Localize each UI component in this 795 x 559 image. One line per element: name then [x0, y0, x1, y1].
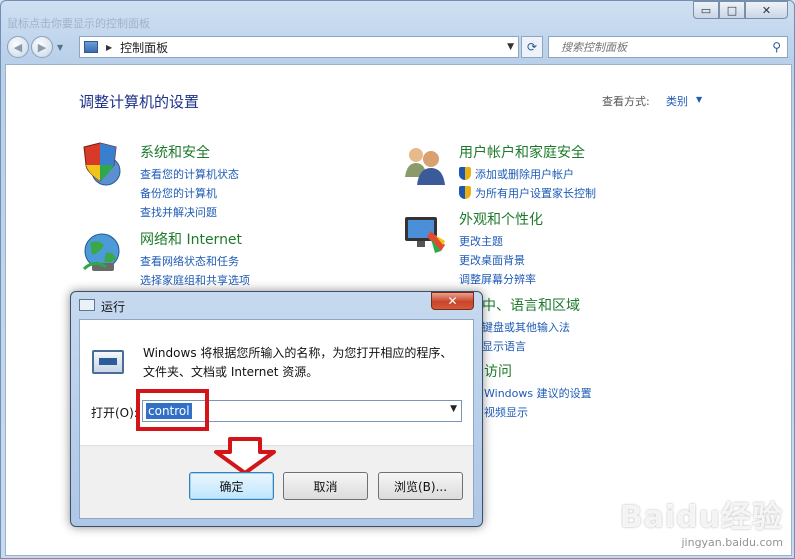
back-arrow-icon: ◀: [13, 40, 23, 54]
category-title-region[interactable]: 中、语言和区域: [482, 295, 580, 315]
chevron-down-icon[interactable]: ▼: [450, 404, 457, 414]
forward-button[interactable]: ▶: [31, 36, 53, 58]
open-label: 打开(O):: [91, 406, 138, 420]
category-title-access[interactable]: 访问: [484, 361, 592, 381]
uac-shield-icon: [459, 186, 471, 199]
browse-button[interactable]: 浏览(B)...: [378, 472, 463, 500]
minimize-button[interactable]: ▭: [693, 1, 719, 19]
watermark-logo: Baidu经验: [619, 500, 783, 535]
window-title: 鼠标点击你要显示的控制面板: [7, 17, 150, 30]
category-title-system[interactable]: 系统和安全: [140, 142, 239, 162]
category-title-users[interactable]: 用户帐户和家庭安全: [459, 142, 596, 162]
maximize-button[interactable]: □: [719, 1, 745, 19]
search-icon[interactable]: ⚲: [772, 40, 781, 54]
link-add-remove-users[interactable]: 添加或删除用户帐户: [459, 165, 596, 184]
run-program-icon: [92, 350, 124, 374]
category-ease-of-access: 访问 Windows 建议的设置 视频显示: [484, 361, 592, 422]
category-title-appearance[interactable]: 外观和个性化: [459, 209, 543, 229]
navigation-bar: ◀ ▶ ▼ ▶ 控制面板 ▼ ⟳ ⚲: [7, 34, 790, 60]
forward-arrow-icon: ▶: [37, 40, 47, 54]
back-button[interactable]: ◀: [7, 36, 29, 58]
run-dialog-body: Windows 将根据您所输入的名称，为您打开相应的程序、文件夹、文档或 Int…: [79, 319, 474, 519]
link-display-language[interactable]: 显示语言: [482, 337, 580, 356]
link-view-computer-status[interactable]: 查看您的计算机状态: [140, 165, 239, 184]
watermark-url: jingyan.baidu.com: [681, 536, 783, 549]
address-bar[interactable]: ▶ 控制面板 ▼: [79, 36, 519, 58]
highlight-box: [136, 389, 209, 431]
link-parental-controls-label: 为所有用户设置家长控制: [475, 187, 596, 200]
link-keyboard-input[interactable]: 键盘或其他输入法: [482, 318, 580, 337]
uac-shield-icon: [459, 167, 471, 180]
search-box[interactable]: ⚲: [548, 36, 788, 58]
link-parental-controls[interactable]: 为所有用户设置家长控制: [459, 184, 596, 203]
window-controls: ▭ □ ✕: [693, 1, 788, 19]
view-by-label: 查看方式:: [602, 95, 650, 108]
network-globe-icon: [82, 233, 120, 271]
watermark: Baidu经验 jingyan.baidu.com: [620, 492, 783, 549]
link-network-status[interactable]: 查看网络状态和任务: [140, 252, 250, 271]
link-change-background[interactable]: 更改桌面背景: [459, 251, 543, 270]
chevron-down-icon[interactable]: ▼: [696, 95, 702, 104]
run-dialog-title: 运行: [101, 300, 126, 314]
link-screen-resolution[interactable]: 调整屏幕分辨率: [459, 270, 543, 289]
category-appearance: 外观和个性化 更改主题 更改桌面背景 调整屏幕分辨率: [459, 209, 543, 289]
ok-button[interactable]: 确定: [189, 472, 274, 500]
control-panel-icon: [84, 41, 98, 53]
link-troubleshoot[interactable]: 查找并解决问题: [140, 203, 239, 222]
link-backup-computer[interactable]: 备份您的计算机: [140, 184, 239, 203]
down-arrow-annotation-icon: [214, 437, 276, 475]
run-dialog: 运行 ✕ Windows 将根据您所输入的名称，为您打开相应的程序、文件夹、文档…: [70, 291, 483, 527]
run-description: Windows 将根据您所输入的名称，为您打开相应的程序、文件夹、文档或 Int…: [143, 346, 453, 379]
breadcrumb-arrow-icon[interactable]: ▶: [106, 43, 112, 52]
users-icon: [405, 148, 445, 185]
category-title-network[interactable]: 网络和 Internet: [140, 229, 250, 249]
refresh-button[interactable]: ⟳: [521, 36, 543, 58]
search-input[interactable]: [561, 40, 761, 54]
view-by-selector[interactable]: 类别: [666, 93, 688, 109]
breadcrumb-control-panel[interactable]: 控制面板: [120, 39, 168, 56]
run-icon: [79, 299, 95, 311]
link-homegroup[interactable]: 选择家庭组和共享选项: [140, 271, 250, 290]
shield-icon: [83, 142, 121, 186]
run-close-button[interactable]: ✕: [431, 292, 474, 310]
link-video-display[interactable]: 视频显示: [484, 403, 592, 422]
address-dropdown-icon[interactable]: ▼: [507, 42, 514, 52]
cancel-button[interactable]: 取消: [283, 472, 368, 500]
appearance-monitor-icon: [405, 217, 445, 253]
category-network: 网络和 Internet 查看网络状态和任务 选择家庭组和共享选项: [140, 229, 250, 290]
category-users: 用户帐户和家庭安全 添加或删除用户帐户 为所有用户设置家长控制: [459, 142, 596, 203]
link-windows-suggested[interactable]: Windows 建议的设置: [484, 384, 592, 403]
page-title: 调整计算机的设置: [79, 93, 200, 111]
link-add-remove-users-label: 添加或删除用户帐户: [475, 168, 574, 181]
refresh-icon: ⟳: [526, 40, 538, 54]
recent-pages-dropdown[interactable]: ▼: [57, 43, 63, 52]
link-change-theme[interactable]: 更改主题: [459, 232, 543, 251]
close-button[interactable]: ✕: [745, 1, 788, 19]
category-system-security: 系统和安全 查看您的计算机状态 备份您的计算机 查找并解决问题: [140, 142, 239, 222]
category-region: 中、语言和区域 键盘或其他输入法 显示语言: [482, 295, 580, 356]
